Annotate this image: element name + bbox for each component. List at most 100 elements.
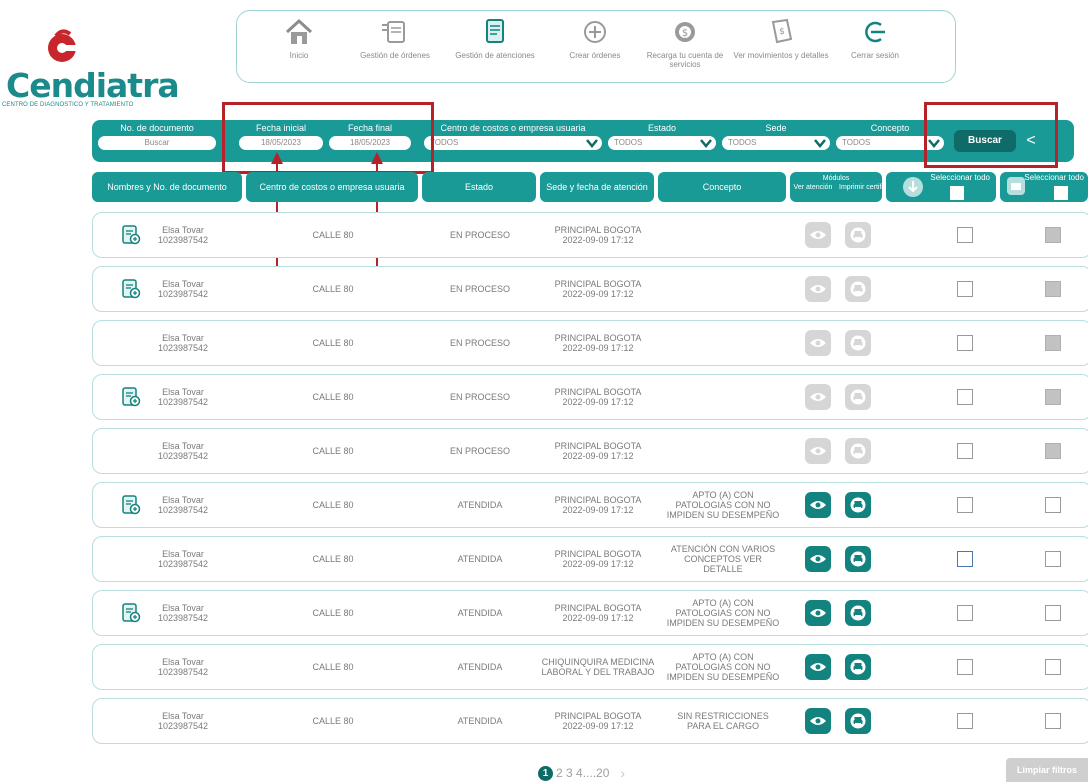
patient-document: 1023987542 xyxy=(157,505,209,515)
nav-label: Recarga tu cuenta de servicios xyxy=(646,51,724,69)
clear-filters-button[interactable]: Limpiar filtros xyxy=(1006,758,1088,782)
row-checkbox-print[interactable] xyxy=(1045,443,1061,459)
sede-date: 2022-09-09 17:12 xyxy=(562,613,634,623)
view-attention-button[interactable] xyxy=(805,492,831,518)
concepto-cell: ATENCIÓN CON VARIOS CONCEPTOS VER DETALL… xyxy=(670,544,776,574)
header-seleccionar-1: Seleccionar todo xyxy=(886,172,996,202)
view-attention-button[interactable] xyxy=(805,654,831,680)
site-select[interactable]: TODOS xyxy=(722,136,830,150)
centro-cell: CALLE 80 xyxy=(312,554,354,564)
print-certificate-button[interactable] xyxy=(845,546,871,572)
centro-cell: CALLE 80 xyxy=(312,338,354,348)
print-certificate-button[interactable] xyxy=(845,492,871,518)
print-certificate-button[interactable] xyxy=(845,384,871,410)
view-attention-button[interactable] xyxy=(805,438,831,464)
next-page-icon[interactable]: › xyxy=(620,765,625,781)
concepto-cell: APTO (A) CON PATOLOGIAS CON NO IMPIDEN S… xyxy=(666,598,780,628)
row-checkbox-download[interactable] xyxy=(957,389,973,405)
nav-label: Inicio xyxy=(289,51,309,60)
sede-name: PRINCIPAL BOGOTA xyxy=(554,387,642,397)
print-certificate-button[interactable] xyxy=(845,330,871,356)
row-checkbox-download[interactable] xyxy=(957,551,973,567)
status-select[interactable]: TODOS xyxy=(608,136,716,150)
concepto-cell: APTO (A) CON PATOLOGIAS CON NO IMPIDEN S… xyxy=(666,490,780,520)
nav-gestion-atenciones[interactable]: Gestión de atenciones xyxy=(447,17,543,60)
centro-cell: CALLE 80 xyxy=(312,446,354,456)
eye-icon xyxy=(810,609,826,617)
select-all-label: Seleccionar todo xyxy=(1024,173,1084,182)
print-certificate-button[interactable] xyxy=(845,654,871,680)
patient-document: 1023987542 xyxy=(157,613,209,623)
print-certificate-button[interactable] xyxy=(845,438,871,464)
filter-documento-label: No. de documento xyxy=(120,123,194,133)
nav-crear-ordenes[interactable]: Crear órdenes xyxy=(547,17,643,60)
page-current[interactable]: 1 xyxy=(538,765,553,781)
print-icon[interactable] xyxy=(1006,176,1026,196)
header-sede: Sede y fecha de atención xyxy=(540,172,654,202)
sede-cell: PRINCIPAL BOGOTA 2022-09-09 17:12 xyxy=(541,321,655,365)
view-attention-button[interactable] xyxy=(805,384,831,410)
row-checkbox-download[interactable] xyxy=(957,335,973,351)
coin-icon: $ xyxy=(675,22,695,42)
status-value: TODOS xyxy=(614,138,643,147)
printer-icon xyxy=(850,605,866,621)
view-attention-button[interactable] xyxy=(805,600,831,626)
row-checkbox-print[interactable] xyxy=(1045,605,1061,621)
sede-name: PRINCIPAL BOGOTA xyxy=(554,333,642,343)
plus-circle-icon xyxy=(584,21,606,43)
document-search-input[interactable]: Buscar xyxy=(98,136,216,150)
row-checkbox-download[interactable] xyxy=(957,443,973,459)
row-checkbox-download[interactable] xyxy=(957,281,973,297)
row-checkbox-print[interactable] xyxy=(1045,497,1061,513)
patient-cell: Elsa Tovar 1023987542 xyxy=(133,645,233,689)
row-checkbox-download[interactable] xyxy=(957,227,973,243)
row-checkbox-download[interactable] xyxy=(957,659,973,675)
row-checkbox-download[interactable] xyxy=(957,713,973,729)
sede-date: 2022-09-09 17:12 xyxy=(562,289,634,299)
select-all-checkbox[interactable] xyxy=(950,186,964,200)
printer-icon xyxy=(850,281,866,297)
patient-name: Elsa Tovar xyxy=(162,387,204,397)
select-all-checkbox[interactable] xyxy=(1054,186,1068,200)
filter-sede-label: Sede xyxy=(765,123,787,133)
row-checkbox-download[interactable] xyxy=(957,497,973,513)
select-all-label: Seleccionar todo xyxy=(930,173,990,182)
row-checkbox-print[interactable] xyxy=(1045,335,1061,351)
download-icon[interactable] xyxy=(902,176,924,198)
header-seleccionar-2: Seleccionar todo xyxy=(1000,172,1088,202)
concepto-cell xyxy=(659,213,787,257)
header-modulos-title: Módulos xyxy=(822,175,850,182)
view-attention-button[interactable] xyxy=(805,708,831,734)
row-checkbox-print[interactable] xyxy=(1045,227,1061,243)
site-value: TODOS xyxy=(728,138,757,147)
nav-inicio[interactable]: Inicio xyxy=(251,17,347,60)
nav-cerrar-sesion[interactable]: Cerrar sesión xyxy=(827,17,923,60)
sede-date: 2022-09-09 17:12 xyxy=(562,343,634,353)
row-checkbox-download[interactable] xyxy=(957,605,973,621)
view-attention-button[interactable] xyxy=(805,276,831,302)
patient-name: Elsa Tovar xyxy=(162,549,204,559)
filter-sede: Sede TODOS xyxy=(722,123,830,150)
sede-cell: PRINCIPAL BOGOTA 2022-09-09 17:12 xyxy=(541,429,655,473)
row-checkbox-print[interactable] xyxy=(1045,551,1061,567)
table-row: Elsa Tovar 1023987542 CALLE 80 ATENDIDA CHIQ… xyxy=(92,644,1088,690)
nav-gestion-ordenes[interactable]: Gestión de órdenes xyxy=(347,17,443,60)
row-checkbox-print[interactable] xyxy=(1045,281,1061,297)
print-certificate-button[interactable] xyxy=(845,600,871,626)
page-others[interactable]: 2 3 4....20 xyxy=(556,766,609,780)
row-checkbox-print[interactable] xyxy=(1045,713,1061,729)
row-checkbox-print[interactable] xyxy=(1045,389,1061,405)
row-checkbox-print[interactable] xyxy=(1045,659,1061,675)
table-header: Nombres y No. de documento Centro de cos… xyxy=(92,172,1088,202)
print-certificate-button[interactable] xyxy=(845,708,871,734)
print-certificate-button[interactable] xyxy=(845,276,871,302)
view-attention-button[interactable] xyxy=(805,330,831,356)
eye-icon xyxy=(810,447,826,455)
view-attention-button[interactable] xyxy=(805,546,831,572)
view-attention-button[interactable] xyxy=(805,222,831,248)
nav-recarga-cuenta[interactable]: $ Recarga tu cuenta de servicios xyxy=(637,17,733,69)
print-certificate-button[interactable] xyxy=(845,222,871,248)
nav-ver-movimientos[interactable]: $ Ver movimientos y detalles xyxy=(733,17,829,60)
eye-icon xyxy=(810,285,826,293)
cost-center-select[interactable]: TODOS xyxy=(424,136,602,150)
